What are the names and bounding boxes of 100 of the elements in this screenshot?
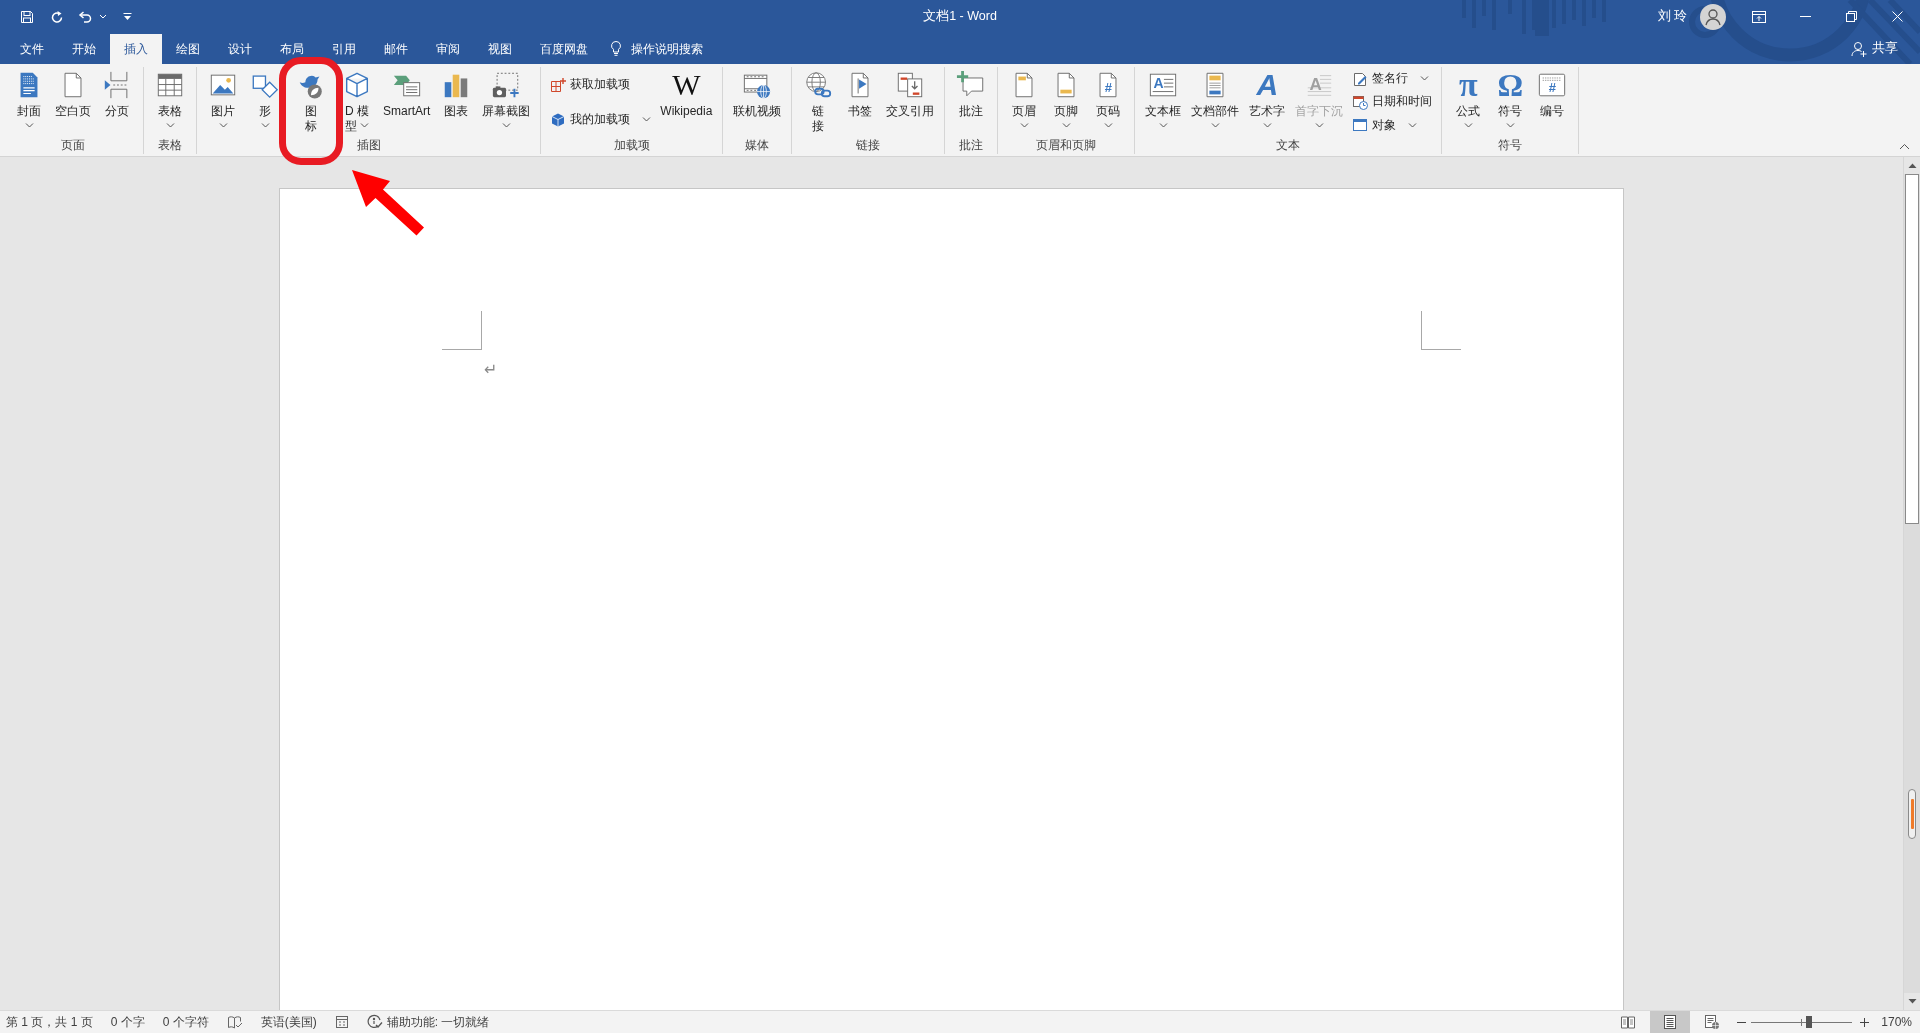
language-indicator[interactable]: 英语(美国): [260, 1013, 317, 1031]
ribbon-small-button[interactable]: 日期和时间: [1349, 91, 1436, 113]
caret-icon: [1061, 123, 1071, 128]
ribbon-button[interactable]: 交叉引用: [882, 67, 939, 137]
caret-icon: [1158, 123, 1168, 128]
user-avatar-icon[interactable]: [1700, 3, 1726, 30]
ribbon-button[interactable]: D 模型: [337, 67, 377, 137]
ribbon-button[interactable]: 屏幕截图: [478, 67, 535, 137]
ribbon-button[interactable]: # 页码: [1088, 67, 1129, 137]
icon-glyph: A: [1153, 76, 1164, 90]
zoom-percent[interactable]: 170%: [1881, 1015, 1912, 1029]
ribbon-small-button[interactable]: 获取加载项: [547, 73, 634, 96]
store-plus-icon: [550, 76, 567, 93]
character-count[interactable]: 0 个字符: [162, 1013, 209, 1031]
lightbulb-icon[interactable]: [611, 41, 621, 56]
ribbon-tab[interactable]: 布局: [266, 41, 318, 57]
ribbon-small-button[interactable]: 对象: [1349, 114, 1421, 137]
group-label: 批注: [959, 138, 984, 153]
ribbon-button[interactable]: 空白页: [51, 67, 95, 137]
ribbon-button[interactable]: A 艺术字: [1245, 67, 1290, 137]
ribbon-tab[interactable]: 设计: [214, 41, 266, 57]
group-label: 页面: [61, 138, 85, 153]
globe-chain-icon: [803, 70, 834, 100]
group-label: 页眉和页脚: [1036, 138, 1097, 153]
proofing-book-icon[interactable]: [226, 1014, 243, 1030]
add-in-cube-icon: [550, 111, 567, 128]
page-indicator[interactable]: 第 1 页，共 1 页: [6, 1013, 93, 1031]
object-window-icon: [1352, 117, 1369, 134]
calendar-clock-icon: [1352, 94, 1369, 110]
ribbon-tab[interactable]: 视图: [474, 41, 526, 57]
ribbon-button[interactable]: W Wikipedia: [656, 67, 717, 137]
ribbon-button[interactable]: 页眉: [1004, 67, 1045, 137]
ribbon-tab[interactable]: 百度网盘: [526, 41, 602, 57]
caret-icon: [1019, 123, 1029, 128]
caret-icon: [360, 122, 369, 128]
ribbon-button[interactable]: 表格: [150, 67, 190, 137]
ribbon-button[interactable]: 页脚: [1046, 67, 1087, 137]
ribbon-button[interactable]: 分页: [97, 67, 137, 137]
caret-icon: [218, 123, 228, 128]
pi-symbol-icon: π: [1459, 70, 1478, 100]
collapse-ribbon-button[interactable]: [1897, 141, 1912, 152]
ribbon-button[interactable]: 形: [245, 67, 285, 137]
ribbon-button[interactable]: 图标: [291, 67, 331, 137]
slider-thumb[interactable]: [1805, 1016, 1812, 1028]
vertical-scrollbar[interactable]: [1903, 157, 1920, 1010]
group-label: 加载项: [613, 138, 650, 153]
scrollbar-thumb[interactable]: [1905, 174, 1919, 524]
ribbon-button[interactable]: 联机视频: [729, 67, 786, 137]
ribbon-button[interactable]: # 编号: [1532, 67, 1573, 137]
ribbon-button[interactable]: 链接: [798, 67, 839, 137]
ribbon-tab[interactable]: 绘图: [162, 41, 214, 57]
ribbon-small-button[interactable]: 我的加载项: [547, 108, 655, 131]
plus-icon: [1860, 1017, 1870, 1027]
ribbon-button[interactable]: 批注: [951, 67, 992, 137]
zoom-in-button[interactable]: [1860, 1017, 1870, 1027]
caret-icon: [99, 14, 107, 19]
caret-icon: [1103, 123, 1113, 128]
print-layout-icon: [1662, 1014, 1679, 1030]
caret-up-icon: [1899, 143, 1910, 150]
ribbon-button[interactable]: 封面: [9, 67, 49, 137]
caret-icon: [1314, 123, 1324, 128]
margin-corner-mark: [1421, 311, 1461, 350]
ribbon-tab[interactable]: 文件: [6, 41, 58, 57]
caret-icon: [165, 123, 175, 128]
ribbon-button[interactable]: π 公式: [1448, 67, 1489, 137]
ribbon-small-button[interactable]: 签名行: [1349, 67, 1433, 90]
ribbon-tab[interactable]: 邮件: [370, 41, 422, 57]
ribbon-button[interactable]: SmartArt: [379, 67, 435, 137]
paragraph-mark: ↵: [484, 360, 498, 380]
tell-me-search-field[interactable]: 操作说明搜索: [631, 41, 709, 56]
ribbon-tab[interactable]: 引用: [318, 41, 370, 57]
ribbon-button[interactable]: Ω 符号: [1490, 67, 1531, 137]
icon-glyph: #: [1548, 81, 1556, 94]
share-button[interactable]: 共享: [1849, 38, 1900, 59]
accessibility-check-icon: [366, 1014, 383, 1030]
group-label: 表格: [158, 138, 182, 153]
accessibility-status[interactable]: 辅助功能: 一切就绪: [366, 1013, 490, 1031]
save-icon: [19, 8, 35, 25]
caret-icon: [1463, 123, 1473, 128]
ribbon-button[interactable]: 图表: [436, 67, 477, 137]
macro-grid-icon[interactable]: [334, 1015, 349, 1029]
scroll-position-marker: [1908, 789, 1916, 839]
group-label: 文本: [1276, 138, 1301, 153]
ribbon-tab[interactable]: 开始: [58, 41, 110, 57]
minus-icon: [1737, 1021, 1747, 1023]
caret-icon: [1262, 123, 1272, 128]
ribbon-button[interactable]: A 文本框: [1141, 67, 1186, 137]
w-letter-logo: W: [672, 70, 701, 100]
caret-icon: [24, 123, 34, 128]
ribbon-button[interactable]: 图片: [203, 67, 243, 137]
view-mode-button[interactable]: [1650, 1011, 1691, 1033]
user-name[interactable]: 刘 玲: [1657, 8, 1687, 25]
ribbon-button[interactable]: 书签: [840, 67, 881, 137]
ribbon-button[interactable]: 文档部件: [1187, 67, 1244, 137]
signature-pen-icon: [1352, 70, 1369, 87]
word-count[interactable]: 0 个字: [110, 1013, 145, 1031]
ribbon-tab[interactable]: 插入: [110, 34, 162, 64]
person-add-icon: [1851, 40, 1867, 57]
group-label: 符号: [1498, 138, 1523, 153]
ribbon-tab[interactable]: 审阅: [422, 41, 474, 57]
